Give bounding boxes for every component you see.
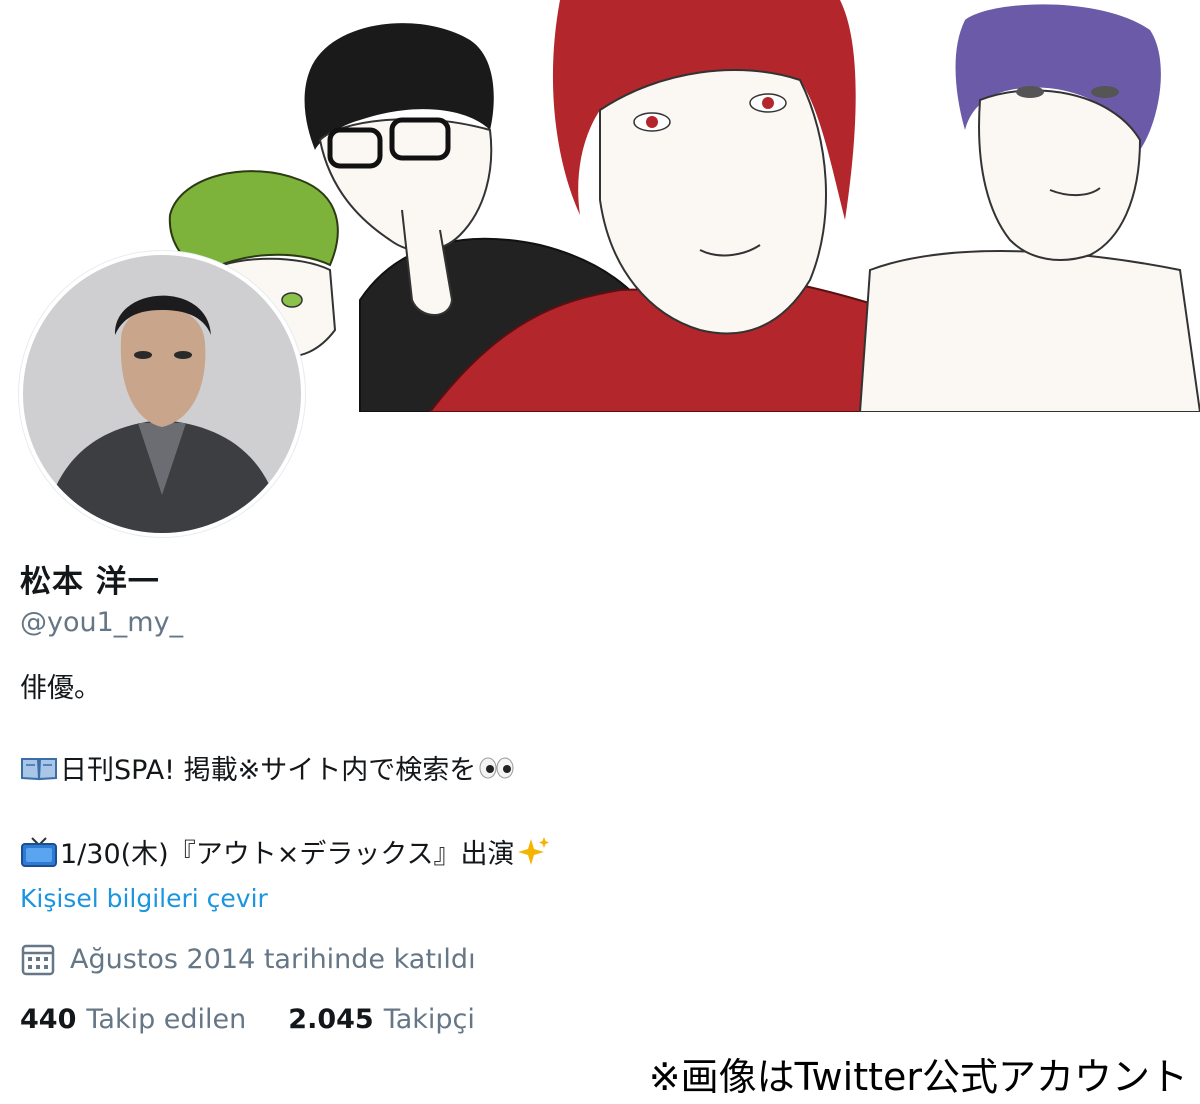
following-count: 440 <box>20 1004 77 1035</box>
eyes-icon <box>478 752 518 784</box>
bio-line-spa: 日刊SPA! 掲載※サイト内で検索を <box>20 748 518 787</box>
following-stat-link[interactable]: 440 Takip edilen <box>20 1004 246 1035</box>
profile-display-name: 松本 洋一 <box>20 564 160 600</box>
tv-icon <box>20 836 60 868</box>
bio-line-tv: 1/30(木)『アウト×デラックス』出演 <box>20 832 557 871</box>
following-label: Takip edilen <box>86 1004 247 1035</box>
bio-text-spa: 日刊SPA! 掲載※サイト内で検索を <box>60 755 477 786</box>
bio-line-occupation: 俳優。 <box>20 666 101 705</box>
profile-handle[interactable]: @you1_my_ <box>20 607 183 638</box>
calendar-icon <box>20 941 56 977</box>
followers-label: Takipçi <box>383 1004 475 1035</box>
bio-text-occupation: 俳優。 <box>20 673 101 704</box>
open-book-icon <box>20 752 60 784</box>
joined-date: Ağustos 2014 tarihinde katıldı <box>20 941 476 977</box>
sparkles-icon <box>517 836 557 868</box>
followers-stat-link[interactable]: 2.045 Takipçi <box>288 1004 475 1035</box>
translate-bio-link[interactable]: Kişisel bilgileri çevir <box>20 884 268 913</box>
followers-count: 2.045 <box>288 1004 374 1035</box>
profile-stats: 440 Takip edilen 2.045 Takipçi <box>20 1004 475 1035</box>
profile-avatar[interactable] <box>19 251 305 537</box>
joined-date-text: Ağustos 2014 tarihinde katıldı <box>70 943 476 975</box>
image-source-caption: ※画像はTwitter公式アカウント <box>648 1055 1188 1099</box>
bio-text-tv: 1/30(木)『アウト×デラックス』出演 <box>60 839 515 870</box>
